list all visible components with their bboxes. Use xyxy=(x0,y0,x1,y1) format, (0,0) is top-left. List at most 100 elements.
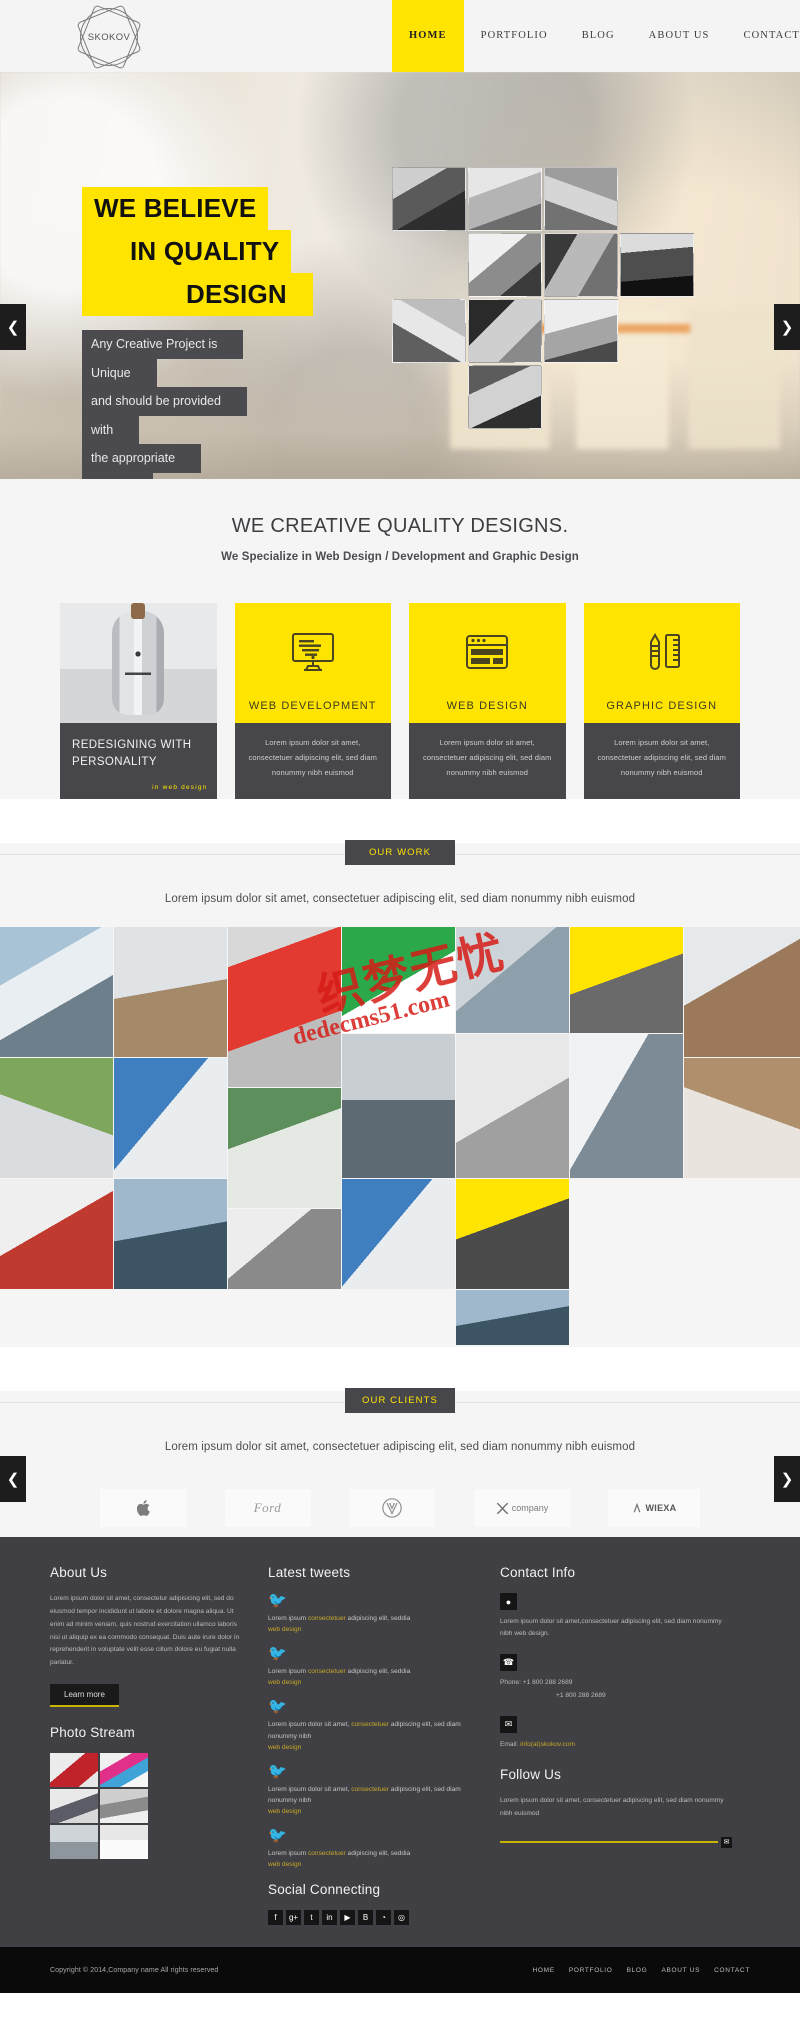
footer-col-contact: Contact Info ● Lorem ipsum dolor sit ame… xyxy=(500,1565,732,1925)
portfolio-thumb[interactable] xyxy=(0,1058,113,1178)
client-logo-x-company[interactable]: company xyxy=(473,1489,570,1527)
portfolio-thumb[interactable] xyxy=(570,927,683,1033)
contact-phone-2: +1 800 288 2689 xyxy=(556,1691,606,1699)
promo-card[interactable]: REDESIGNING WITH PERSONALITY in web desi… xyxy=(60,603,217,799)
bottom-nav-portfolio[interactable]: PORTFOLIO xyxy=(569,1967,613,1974)
portfolio-thumb[interactable] xyxy=(228,1209,341,1289)
latest-tweets-heading: Latest tweets xyxy=(268,1565,351,1580)
bottom-nav-contact[interactable]: CONTACT xyxy=(714,1967,750,1974)
collage-cell xyxy=(392,167,466,231)
portfolio-thumb[interactable] xyxy=(0,1179,113,1289)
portfolio-thumb[interactable] xyxy=(114,927,227,1057)
instagram-icon[interactable]: ◎ xyxy=(394,1910,409,1926)
tweet-link[interactable]: web design xyxy=(268,1861,478,1868)
tweet-pre: Lorem ipsum dolor sit amet, xyxy=(268,1721,352,1729)
service-card-web-development[interactable]: WEB DEVELOPMENT Lorem ipsum dolor sit am… xyxy=(234,603,391,799)
portfolio-thumb[interactable] xyxy=(114,1179,227,1289)
collage-cell xyxy=(468,233,542,297)
service-card-web-design[interactable]: WEB DESIGN Lorem ipsum dolor sit amet, c… xyxy=(409,603,566,799)
contact-email-value[interactable]: info(at)skokov.com xyxy=(520,1741,575,1748)
client-logo-wiexa[interactable]: WIEXA xyxy=(608,1489,700,1527)
footer-columns: About Us Lorem ipsum dolor sit amet, con… xyxy=(50,1565,750,1926)
rss-icon[interactable]: ◔ xyxy=(376,1910,391,1926)
portfolio-thumb[interactable] xyxy=(456,1290,569,1345)
site-logo[interactable]: SKOKOV xyxy=(78,6,140,68)
tweet-link[interactable]: web design xyxy=(268,1679,478,1686)
hero-headline-2: IN QUALITY xyxy=(82,230,292,273)
contact-address-text: Lorem ipsum dolor sit amet,consectetuer … xyxy=(500,1618,722,1638)
portfolio-thumb[interactable] xyxy=(114,1058,227,1178)
tweet-item: 🐦 Lorem ipsum dolor sit amet, consectetu… xyxy=(268,1764,478,1815)
portfolio-thumb[interactable] xyxy=(342,1179,455,1289)
nav-item-contact[interactable]: CONTACT xyxy=(727,0,800,72)
pencil-ruler-icon xyxy=(640,603,684,700)
portfolio-thumb[interactable] xyxy=(228,1088,341,1208)
promo-card-title: REDESIGNING WITH PERSONALITY xyxy=(72,739,192,768)
portfolio-thumb[interactable] xyxy=(684,1058,800,1178)
tweet-pre: Lorem ipsum xyxy=(268,1850,308,1858)
map-pin-icon: ● xyxy=(500,1593,517,1610)
twitter-bird-icon: 🐦 xyxy=(268,1698,287,1716)
x-company-logo-text: company xyxy=(511,1503,549,1513)
about-us-body: Lorem ipsum dolor sit amet, consectetur … xyxy=(50,1595,240,1667)
tweet-post: adipiscing elit, seddia xyxy=(345,1668,411,1676)
tweet-text: Lorem ipsum dolor sit amet, consectetuer… xyxy=(268,1784,478,1806)
tweet-item: 🐦 Lorem ipsum dolor sit amet, consectetu… xyxy=(268,1699,478,1750)
client-logos-row: Ford company WIEXA xyxy=(100,1489,700,1527)
hero-headline-3: DESIGN xyxy=(82,273,313,316)
portfolio-thumb[interactable] xyxy=(228,927,341,1087)
client-logo-apple[interactable] xyxy=(100,1489,186,1527)
photo-stream-thumb[interactable] xyxy=(50,1753,98,1788)
learn-more-button[interactable]: Learn more xyxy=(50,1684,119,1708)
clients-prev-arrow-icon[interactable]: ❮ xyxy=(0,1456,26,1502)
linkedin-icon[interactable]: in xyxy=(322,1910,337,1926)
service-card-graphic-design[interactable]: GRAPHIC DESIGN Lorem ipsum dolor sit ame… xyxy=(583,603,740,799)
tweet-item: 🐦 Lorem ipsum consectetuer adipiscing el… xyxy=(268,1828,478,1868)
nav-item-blog[interactable]: BLOG xyxy=(565,0,632,72)
google-plus-icon[interactable]: g+ xyxy=(286,1910,301,1926)
nav-item-portfolio[interactable]: PORTFOLIO xyxy=(464,0,565,72)
subscribe-submit-icon[interactable]: ✉ xyxy=(721,1836,732,1848)
hero-prev-arrow-icon[interactable]: ❮ xyxy=(0,304,26,350)
portfolio-thumb[interactable] xyxy=(456,927,569,1033)
hero-photo-collage xyxy=(392,167,712,437)
facebook-icon[interactable]: f xyxy=(268,1910,283,1926)
twitter-icon[interactable]: t xyxy=(304,1910,319,1926)
portfolio-thumb[interactable] xyxy=(456,1034,569,1178)
services-title: WE CREATIVE QUALITY DESIGNS. xyxy=(231,515,569,537)
tweet-link[interactable]: web design xyxy=(268,1744,478,1751)
hero-next-arrow-icon[interactable]: ❯ xyxy=(774,304,800,350)
portfolio-thumb[interactable] xyxy=(684,927,800,1057)
subscribe-input[interactable] xyxy=(500,1841,718,1844)
clients-next-arrow-icon[interactable]: ❯ xyxy=(774,1456,800,1502)
service-card-body: Lorem ipsum dolor sit amet, consectetuer… xyxy=(234,723,391,799)
tweet-link[interactable]: web design xyxy=(268,1626,478,1633)
photo-stream-thumb[interactable] xyxy=(100,1753,148,1788)
client-logo-ford[interactable]: Ford xyxy=(224,1489,311,1527)
photo-stream-thumb[interactable] xyxy=(50,1825,98,1860)
youtube-icon[interactable]: ▶ xyxy=(340,1910,355,1926)
photo-stream-thumb[interactable] xyxy=(100,1825,148,1860)
nav-item-about-us[interactable]: ABOUT US xyxy=(632,0,727,72)
nav-item-home[interactable]: HOME xyxy=(392,0,464,72)
client-logo-volkswagen[interactable] xyxy=(349,1489,435,1527)
portfolio-thumb[interactable] xyxy=(342,1034,455,1178)
bottom-nav-home[interactable]: HOME xyxy=(533,1967,555,1974)
bottom-nav-blog[interactable]: BLOG xyxy=(627,1967,648,1974)
site-footer: About Us Lorem ipsum dolor sit amet, con… xyxy=(0,1537,800,1948)
tweet-highlight: consectetuer xyxy=(307,1850,346,1858)
our-work-lead: Lorem ipsum dolor sit amet, consectetuer… xyxy=(164,893,636,905)
service-card-body: Lorem ipsum dolor sit amet, consectetuer… xyxy=(583,723,740,799)
portfolio-thumb[interactable] xyxy=(0,927,113,1057)
bottom-nav-about-us[interactable]: ABOUT US xyxy=(661,1967,700,1974)
bottom-bar: Copyright © 2014,Company name All rights… xyxy=(0,1947,800,1994)
photo-stream-thumb[interactable] xyxy=(100,1789,148,1824)
portfolio-thumb[interactable] xyxy=(456,1179,569,1289)
portfolio-thumb[interactable] xyxy=(342,927,455,1033)
social-icons-row: f g+ t in ▶ B ◔ ◎ xyxy=(268,1910,478,1926)
photo-stream-thumb[interactable] xyxy=(50,1789,98,1824)
tweet-link[interactable]: web design xyxy=(268,1808,478,1815)
promo-card-body: REDESIGNING WITH PERSONALITY in web desi… xyxy=(60,723,217,799)
blogger-icon[interactable]: B xyxy=(358,1910,373,1926)
portfolio-thumb[interactable] xyxy=(570,1034,683,1178)
